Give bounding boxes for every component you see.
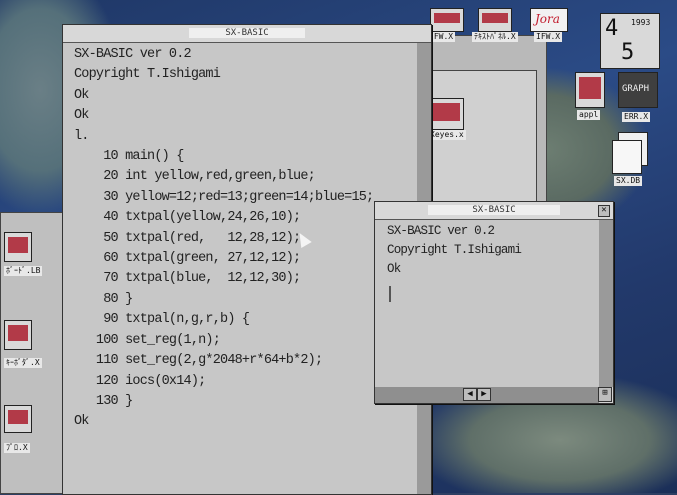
desktop-icon-label: ﾎﾞｰﾄﾞ.LB xyxy=(4,266,43,276)
second-basic-window[interactable]: SX-BASIC ✕ SX-BASIC ver 0.2 Copyright T.I… xyxy=(374,201,614,404)
second-window-console[interactable]: SX-BASIC ver 0.2 Copyright T.Ishigami Ok xyxy=(375,220,599,387)
main-console-line: 10 main() { xyxy=(74,149,184,165)
text-cursor xyxy=(389,286,391,302)
desktop-icon-label: ﾌﾟﾛ.X xyxy=(4,443,30,453)
second-console-line: Ok xyxy=(387,262,401,276)
second-window-title: SX-BASIC xyxy=(428,205,560,215)
main-console-line: 40 txtpal(yellow,24,26,10); xyxy=(74,210,301,226)
calendar-month: 4 xyxy=(605,16,619,41)
calendar-day: 5 xyxy=(621,40,635,65)
calendar-year: 1993 xyxy=(631,18,651,27)
desktop-icon-label: ﾃｷｽﾄﾊﾟﾈﾙ.X xyxy=(472,32,518,42)
app-thumbnail-icon xyxy=(478,8,512,32)
graph-icon-label: GRAPH xyxy=(622,84,650,94)
brand-logo-icon: Jora xyxy=(530,8,568,32)
second-window-titlebar[interactable]: SX-BASIC xyxy=(375,202,613,220)
second-console-line: Copyright T.Ishigami xyxy=(387,243,522,257)
main-window-title: SX-BASIC xyxy=(189,28,305,38)
main-console-line: Ok xyxy=(74,414,89,430)
brand-logo-text: Jora xyxy=(535,12,560,26)
main-window-console[interactable]: SX-BASIC ver 0.2 Copyright T.Ishigami Ok Ok… xyxy=(63,43,417,494)
main-console-line: l. xyxy=(74,128,89,144)
desktop-icon-label: ERR.X xyxy=(622,112,651,122)
main-console-line: Copyright T.Ishigami xyxy=(74,67,221,83)
close-icon[interactable]: ✕ xyxy=(598,205,610,217)
app-thumbnail-icon xyxy=(575,72,605,108)
main-console-line: 60 txtpal(green, 27,12,12); xyxy=(74,251,301,267)
second-console-line: SX-BASIC ver 0.2 xyxy=(387,224,495,238)
arrow-right-icon[interactable]: ▶ xyxy=(477,388,491,401)
app-thumbnail-icon xyxy=(4,405,32,433)
calendar-widget[interactable]: 4 1993 5 xyxy=(600,13,660,69)
main-console-line: 110 set_reg(2,g*2048+r*64+b*2); xyxy=(74,353,323,369)
desktop-icon-label: IFW.X xyxy=(534,32,563,42)
app-thumbnail-icon xyxy=(4,320,32,350)
document-stack-icon xyxy=(612,140,642,174)
desktop-icon-label: Xeyes.x xyxy=(428,130,466,140)
app-thumbnail-icon xyxy=(430,8,464,32)
app-thumbnail-icon xyxy=(4,232,32,262)
main-console-line: 130 } xyxy=(74,393,133,409)
main-console-line: SX-BASIC ver 0.2 xyxy=(74,47,192,62)
resize-grip-icon[interactable]: ⊞ xyxy=(598,387,612,402)
main-console-line: 100 set_reg(1,n); xyxy=(74,332,221,348)
main-console-line: 30 yellow=12;red=13;green=14;blue=15; xyxy=(74,189,374,205)
main-console-line: 80 } xyxy=(74,291,133,307)
graph-app-icon: GRAPH xyxy=(618,72,658,108)
main-console-line: Ok xyxy=(74,108,89,124)
console-text: SX-BASIC ver 0.2 Copyright T.Ishigami Ok Ok… xyxy=(74,45,417,433)
arrow-left-icon[interactable]: ◀ xyxy=(463,388,477,401)
desktop-icon-label: ｷｰﾎﾞﾀﾞ.X xyxy=(4,358,42,368)
console-text: SX-BASIC ver 0.2 Copyright T.Ishigami Ok xyxy=(387,222,599,279)
second-window-vscroll[interactable] xyxy=(599,220,613,387)
desktop-icon-label: appl xyxy=(577,110,601,120)
main-console-line: 70 txtpal(blue, 12,12,30); xyxy=(74,271,301,287)
main-console-line: Ok xyxy=(74,87,89,103)
desktop-icon-label: SX.DB xyxy=(614,176,643,186)
app-thumbnail-icon xyxy=(428,98,464,130)
main-console-line: 90 txtpal(n,g,r,b) { xyxy=(74,312,250,328)
main-window-titlebar[interactable]: SX-BASIC xyxy=(63,25,431,43)
main-console-line: 50 txtpal(red, 12,28,12); xyxy=(74,230,301,246)
main-console-line: 120 iocs(0x14); xyxy=(74,373,206,389)
main-console-line: 20 int yellow,red,green,blue; xyxy=(74,169,316,185)
